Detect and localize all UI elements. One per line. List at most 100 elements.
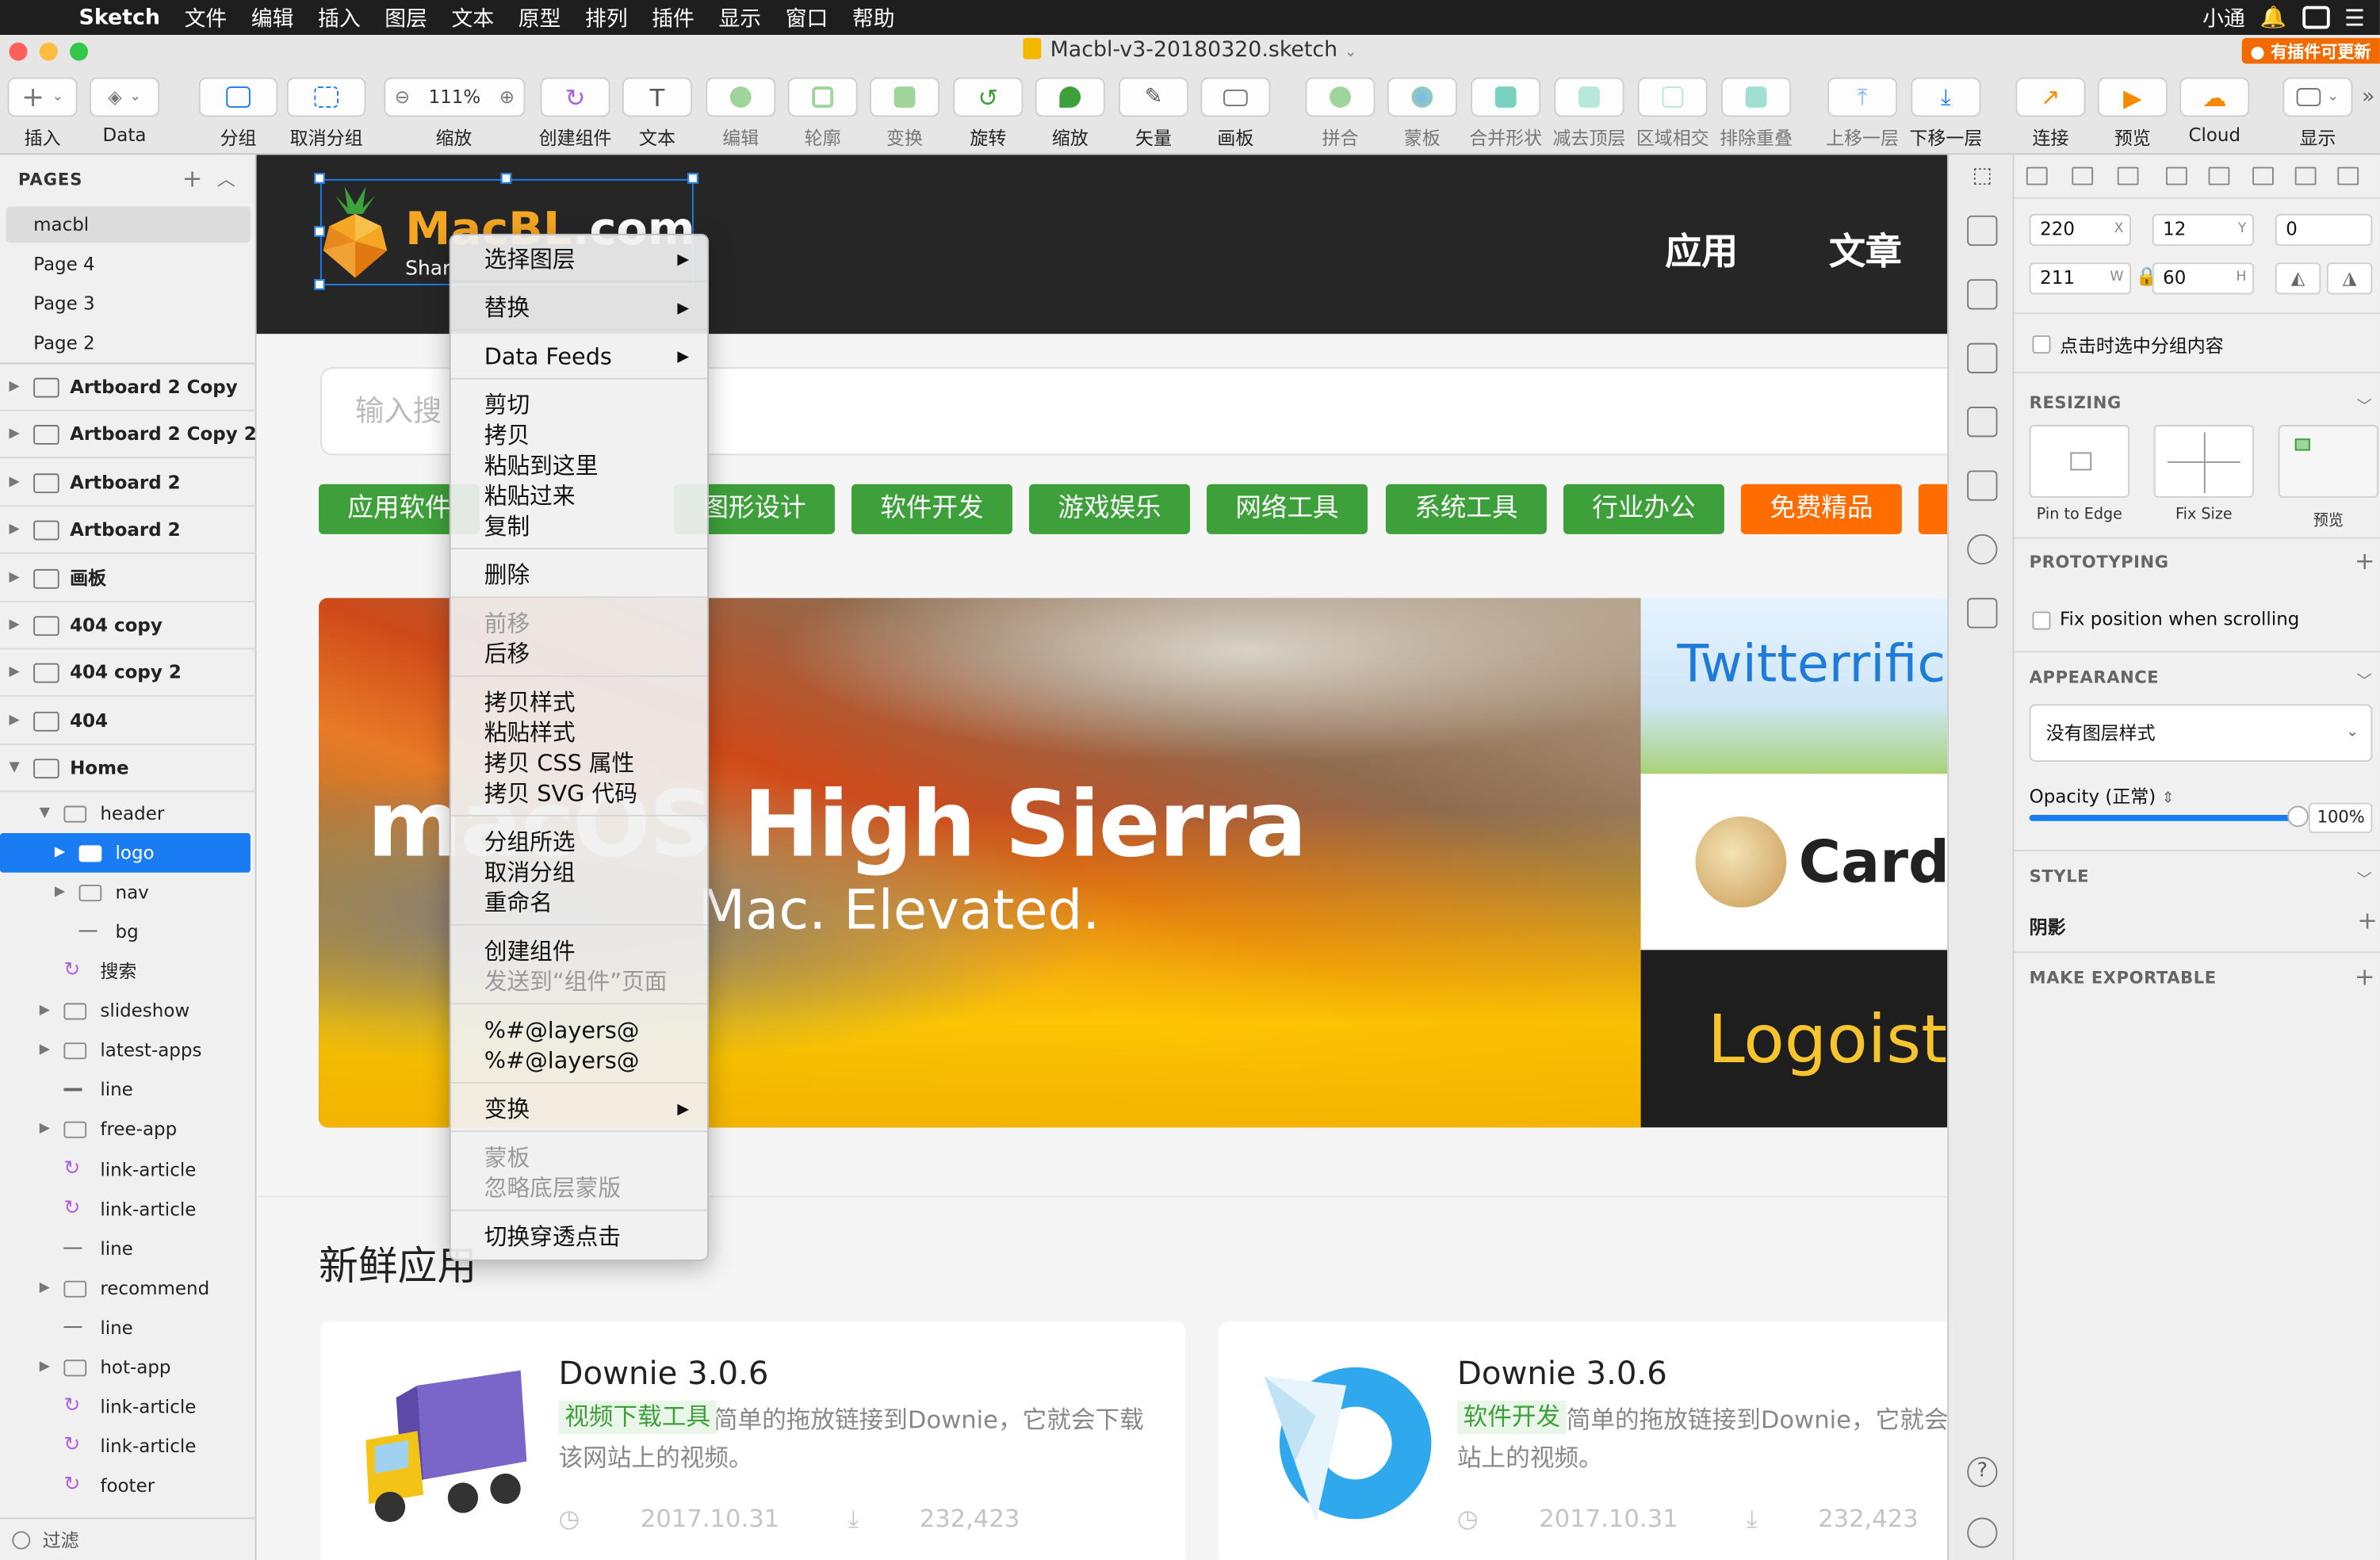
context-menu-item[interactable]: 删除 (484, 560, 530, 590)
disclosure-closed-icon[interactable]: ▶ (9, 507, 19, 554)
send-backward-button[interactable]: ⤓ (1911, 77, 1981, 117)
menu-view[interactable]: 显示 (706, 2, 773, 32)
bell-icon[interactable]: 🔔 (2260, 6, 2286, 30)
toolbar-overflow-icon[interactable]: » (2362, 85, 2374, 109)
layer-row[interactable]: ▶ free-app (0, 1110, 257, 1149)
context-menu-item[interactable]: 创建组件 (484, 936, 576, 966)
layer-row[interactable]: ↻ 搜索 (0, 951, 257, 991)
text-tool-button[interactable]: T (622, 77, 693, 117)
export-icon[interactable] (1967, 215, 1998, 247)
prototyping-section[interactable]: PROTOTYPING + (2015, 546, 2380, 575)
disclosure-closed-icon[interactable]: ▶ (55, 832, 65, 872)
filter-bar[interactable]: 过滤 (0, 1517, 257, 1560)
resize-handle[interactable] (314, 279, 325, 290)
flip-horizontal-button[interactable]: ◭ (2275, 262, 2321, 295)
plugin-update-badge[interactable]: ● 有插件可更新 (2240, 37, 2380, 64)
app-category-tag[interactable]: 软件开发 (1456, 1400, 1567, 1435)
zoom-control[interactable]: ⊖ 111% ⊕ (384, 77, 526, 117)
preview-button[interactable]: ▶ (2097, 77, 2168, 117)
context-menu-item[interactable]: Data Feeds (484, 342, 612, 372)
disclosure-closed-icon[interactable]: ▶ (9, 364, 19, 411)
view-button[interactable]: ⌄ (2282, 77, 2353, 117)
resize-handle[interactable] (314, 226, 325, 237)
edit-button[interactable] (706, 77, 776, 117)
category-button[interactable]: 网络工具 (1207, 484, 1368, 534)
chevron-down-icon[interactable]: ⌄ (1345, 44, 1357, 61)
document-title[interactable]: Macbl-v3-20180320.sketch (1050, 38, 1337, 63)
palette-icon[interactable] (1967, 533, 1998, 565)
resize-handle[interactable] (687, 173, 698, 184)
layer-row[interactable]: ↻ link-article (0, 1427, 257, 1466)
category-button[interactable]: 软件开发 (851, 484, 1012, 534)
layer-row[interactable]: line (0, 1308, 257, 1348)
align-center-icon[interactable] (2072, 166, 2094, 185)
page-item[interactable]: Page 2 (0, 325, 251, 361)
width-field[interactable]: 211 W (2029, 262, 2131, 295)
layer-style-select[interactable]: 没有图层样式 ⌄ (2029, 704, 2373, 763)
rotate-button[interactable]: ↺ (953, 77, 1024, 117)
link-button[interactable]: ↗ (2015, 77, 2086, 117)
distribute-vertical-icon[interactable] (2337, 166, 2359, 185)
context-menu-item[interactable]: 取消分组 (484, 858, 576, 888)
category-button[interactable]: 免费精品 (1740, 484, 1902, 534)
menu-prototype[interactable]: 原型 (506, 2, 572, 32)
mask-button[interactable] (1387, 77, 1457, 117)
difference-button[interactable] (1721, 77, 1792, 117)
x-field[interactable]: 220 X (2029, 213, 2131, 247)
artboard-button[interactable] (1200, 77, 1271, 117)
layer-row[interactable]: ▶ 404 copy 2 (0, 650, 257, 698)
create-symbol-button[interactable]: ↻ (540, 77, 610, 117)
align-top-icon[interactable] (2165, 166, 2187, 185)
layer-row[interactable]: ▶ 404 (0, 698, 257, 745)
menu-help[interactable]: 帮助 (840, 2, 907, 32)
distribute-horizontal-icon[interactable] (2294, 166, 2317, 185)
layer-row[interactable]: ↻ link-article (0, 1149, 257, 1189)
context-menu-item[interactable]: 替换 (484, 292, 530, 323)
opacity-slider-knob[interactable] (2287, 805, 2309, 828)
layer-row[interactable]: bg (0, 912, 257, 951)
group-button[interactable] (198, 77, 278, 117)
ungroup-button[interactable] (286, 77, 366, 117)
add-export-icon[interactable]: + (2355, 962, 2375, 991)
context-menu-item[interactable]: 选择图层 (484, 244, 576, 274)
cloud-button[interactable]: ☁ (2179, 77, 2250, 117)
chevron-up-icon[interactable]: ︿ (217, 166, 235, 192)
height-field[interactable]: 60 H (2152, 262, 2255, 295)
click-select-checkbox[interactable] (2032, 335, 2051, 354)
disclosure-closed-icon[interactable]: ▶ (40, 1030, 50, 1070)
layer-row[interactable]: ▶ recommend (0, 1268, 257, 1308)
align-left-icon[interactable] (2026, 166, 2048, 185)
app-name[interactable]: Downie 3.0.6 (559, 1355, 769, 1392)
layer-row[interactable]: ▶ slideshow (0, 991, 257, 1030)
align-right-icon[interactable] (2117, 166, 2139, 185)
layer-row[interactable]: ▶ nav (0, 872, 257, 912)
add-prototype-icon[interactable]: + (2355, 546, 2375, 575)
category-button[interactable]: 游戏娱乐 (1029, 484, 1190, 534)
flip-vertical-button[interactable]: ◮ (2326, 262, 2373, 295)
inspector-tab-icon[interactable]: ⬚ (1962, 164, 2002, 194)
disclosure-open-icon[interactable]: ▼ (40, 793, 50, 832)
subtract-button[interactable] (1554, 77, 1624, 117)
app-card[interactable]: Downie 3.0.6 简单的拖放链接到Downie，它就会下载该网站上的视频… (1219, 1321, 1948, 1560)
app-name[interactable]: Downie 3.0.6 (1457, 1355, 1667, 1392)
resize-handle[interactable] (314, 173, 325, 184)
context-menu-item[interactable]: 分组所选 (484, 827, 576, 857)
nav-item-apps[interactable]: 应用 (1665, 222, 1738, 275)
style-section[interactable]: STYLE ﹀ (2015, 866, 2380, 889)
intersect-button[interactable] (1637, 77, 1708, 117)
symbols-icon[interactable] (1967, 279, 1998, 310)
union-button[interactable] (1471, 77, 1541, 117)
layer-row[interactable]: ▼ header (0, 793, 257, 832)
resize-handle[interactable] (500, 173, 512, 184)
app-category-tag[interactable]: 视频下载工具 (558, 1400, 717, 1435)
menu-arrange[interactable]: 排列 (573, 2, 640, 32)
data-button[interactable]: ◈ ⌄ (89, 77, 160, 117)
zoom-in-icon[interactable]: ⊕ (499, 86, 515, 108)
layer-row[interactable]: ↻ link-article (0, 1387, 257, 1427)
context-menu-item[interactable]: 重命名 (484, 888, 553, 918)
page-item[interactable]: Page 4 (0, 246, 251, 282)
y-field[interactable]: 12 Y (2152, 213, 2255, 247)
context-menu-item[interactable]: 粘贴到这里 (484, 451, 599, 481)
bring-forward-button[interactable]: ⤒ (1827, 77, 1898, 117)
menu-window[interactable]: 窗口 (773, 2, 840, 32)
